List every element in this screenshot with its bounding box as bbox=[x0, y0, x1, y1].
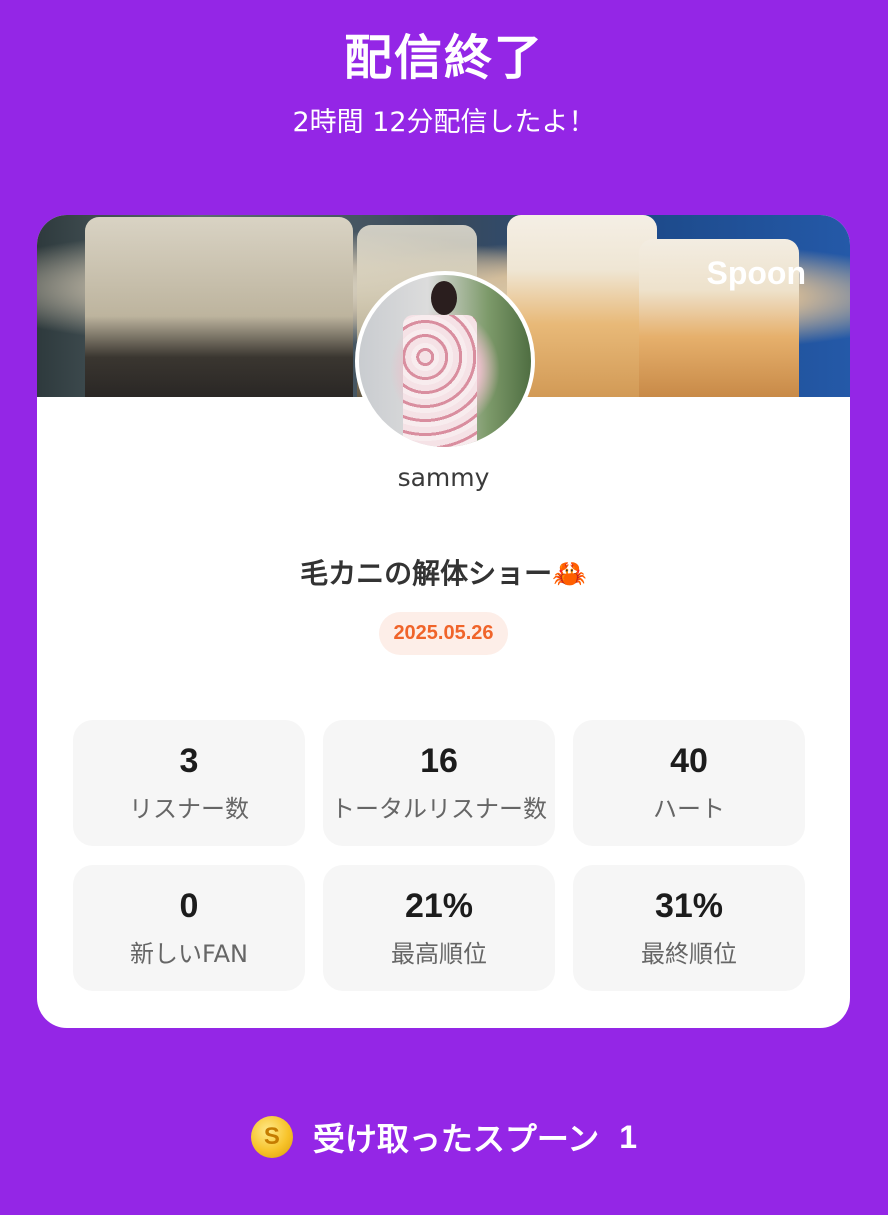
stat-final-rank: 31% 最終順位 bbox=[573, 865, 805, 991]
username: sammy bbox=[397, 463, 490, 492]
stat-highest-rank: 21% 最高順位 bbox=[323, 865, 555, 991]
stat-label: 最高順位 bbox=[391, 940, 487, 968]
stat-value: 40 bbox=[670, 742, 708, 780]
page-title: 配信終了 bbox=[343, 30, 544, 86]
avatar-figure bbox=[403, 315, 477, 447]
stat-value: 31% bbox=[654, 887, 724, 925]
avatar-hair bbox=[431, 281, 457, 315]
broadcast-title: 毛カニの解体ショー🦀 bbox=[300, 557, 587, 590]
stat-value: 21% bbox=[404, 887, 474, 925]
broadcast-duration: 2時間 12分配信したよ！ bbox=[292, 107, 596, 138]
stat-label: ハート bbox=[653, 795, 725, 823]
stats-grid: 3 リスナー数 16 トータルリスナー数 40 ハート 0 新しいFAN 21%… bbox=[73, 720, 806, 991]
broadcast-summary-card: Spoon sammy 毛カニの解体ショー🦀 2025.05.26 3 リスナー… bbox=[37, 215, 850, 1028]
avatar[interactable] bbox=[355, 271, 535, 451]
stat-value: 16 bbox=[420, 742, 458, 780]
stat-listeners: 3 リスナー数 bbox=[73, 720, 305, 846]
received-spoons: S 受け取ったスプーン 1 bbox=[0, 1114, 888, 1160]
banner-glass-1 bbox=[85, 217, 353, 397]
received-spoons-count: 1 bbox=[619, 1118, 638, 1155]
received-spoons-label: 受け取ったスプーン bbox=[312, 1120, 600, 1158]
spoon-logo: Spoon bbox=[706, 255, 806, 291]
date-badge: 2025.05.26 bbox=[379, 612, 508, 655]
stat-value: 3 bbox=[179, 742, 199, 780]
stat-new-fans: 0 新しいFAN bbox=[73, 865, 305, 991]
stat-label: 最終順位 bbox=[641, 940, 737, 968]
stat-value: 0 bbox=[179, 887, 199, 925]
stat-total-listeners: 16 トータルリスナー数 bbox=[323, 720, 555, 846]
stat-hearts: 40 ハート bbox=[573, 720, 805, 846]
coin-icon: S bbox=[250, 1116, 293, 1158]
stat-label: 新しいFAN bbox=[130, 940, 248, 968]
stat-label: リスナー数 bbox=[129, 795, 249, 823]
stat-label: トータルリスナー数 bbox=[331, 795, 547, 823]
